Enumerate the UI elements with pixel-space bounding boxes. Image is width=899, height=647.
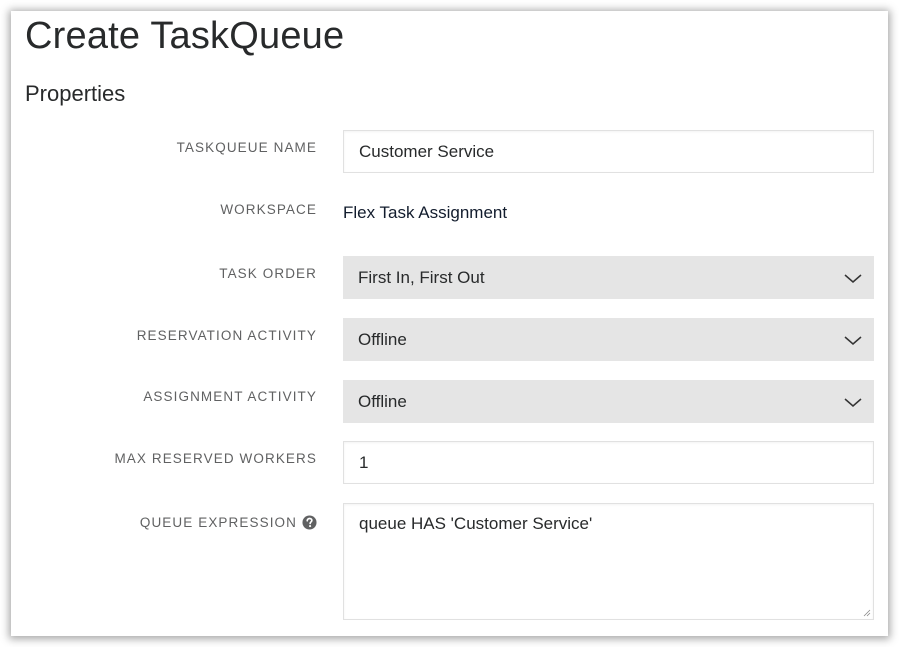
task-order-label-text: TASK ORDER [219, 266, 317, 281]
taskqueue-name-value: Customer Service [359, 141, 495, 161]
chevron-down-icon [844, 335, 862, 345]
task-order-selected-value: First In, First Out [358, 267, 485, 287]
section-title-properties: Properties [25, 81, 126, 106]
reservation-activity-select[interactable]: Offline [343, 318, 874, 361]
max-reserved-workers-input[interactable]: 1 [343, 441, 874, 484]
chevron-down-icon [844, 273, 862, 283]
workspace-label: WORKSPACE [220, 202, 317, 217]
max-reserved-workers-label-text: MAX RESERVED WORKERS [114, 451, 317, 466]
queue-expression-label: QUEUE EXPRESSION [140, 515, 317, 530]
assignment-activity-label: ASSIGNMENT ACTIVITY [143, 389, 317, 404]
workspace-value: Flex Task Assignment [343, 203, 508, 222]
taskqueue-name-label-text: TASKQUEUE NAME [176, 140, 317, 155]
question-circle-icon[interactable] [302, 515, 317, 530]
taskqueue-name-label: TASKQUEUE NAME [177, 140, 317, 155]
assignment-activity-selected-value: Offline [358, 391, 407, 411]
assignment-activity-label-text: ASSIGNMENT ACTIVITY [143, 389, 317, 404]
workspace-label-text: WORKSPACE [220, 202, 317, 217]
create-taskqueue-panel: Create TaskQueue Properties TASKQUEUE NA… [11, 11, 888, 636]
max-reserved-workers-label: MAX RESERVED WORKERS [114, 451, 317, 466]
chevron-down-icon [844, 397, 862, 407]
max-reserved-workers-value: 1 [359, 452, 369, 472]
taskqueue-name-input[interactable]: Customer Service [343, 130, 874, 173]
queue-expression-textarea[interactable]: queue HAS 'Customer Service' [343, 503, 874, 620]
resize-handle-icon[interactable] [863, 609, 871, 617]
task-order-select[interactable]: First In, First Out [343, 256, 874, 299]
reservation-activity-label-text: RESERVATION ACTIVITY [136, 328, 317, 343]
reservation-activity-label: RESERVATION ACTIVITY [137, 328, 317, 343]
reservation-activity-selected-value: Offline [358, 329, 407, 349]
queue-expression-label-text: QUEUE EXPRESSION [139, 515, 297, 530]
page-title: Create TaskQueue [25, 15, 345, 57]
queue-expression-value: queue HAS 'Customer Service' [359, 514, 593, 533]
assignment-activity-select[interactable]: Offline [343, 380, 874, 423]
task-order-label: TASK ORDER [219, 266, 317, 281]
